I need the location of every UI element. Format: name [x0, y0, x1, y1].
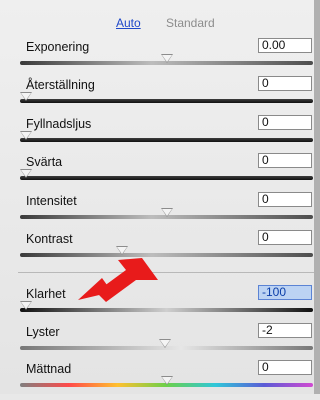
- klarhet-thumb[interactable]: [20, 301, 32, 310]
- slider-aterstallning: Återställning 0: [0, 76, 320, 116]
- slider-klarhet: Klarhet -100: [0, 285, 320, 325]
- tab-standard[interactable]: Standard: [166, 16, 215, 30]
- panel-edge: [314, 0, 320, 394]
- intensitet-field[interactable]: 0: [258, 192, 312, 207]
- aterstallning-field[interactable]: 0: [258, 76, 312, 91]
- lyster-field[interactable]: -2: [258, 323, 312, 338]
- lyster-thumb[interactable]: [159, 339, 171, 348]
- svarta-track[interactable]: [20, 176, 313, 180]
- tabs: Auto Standard: [0, 16, 320, 34]
- exponering-thumb[interactable]: [161, 54, 173, 63]
- fyllnadsljus-field[interactable]: 0: [258, 115, 312, 130]
- fyllnadsljus-thumb[interactable]: [20, 131, 32, 140]
- exponering-field[interactable]: 0.00: [258, 38, 312, 53]
- klarhet-field[interactable]: -100: [258, 285, 312, 300]
- develop-panel: Auto Standard Exponering 0.00 Återställn…: [0, 0, 320, 394]
- slider-intensitet: Intensitet 0: [0, 192, 320, 232]
- section-divider: [18, 272, 315, 273]
- slider-label: Återställning: [26, 78, 95, 92]
- kontrast-field[interactable]: 0: [258, 230, 312, 245]
- slider-label: Svärta: [26, 155, 63, 169]
- kontrast-track[interactable]: [20, 253, 313, 257]
- kontrast-thumb[interactable]: [116, 246, 128, 255]
- aterstallning-track[interactable]: [20, 99, 313, 103]
- svarta-thumb[interactable]: [20, 169, 32, 178]
- slider-label: Fyllnadsljus: [26, 117, 92, 131]
- svarta-field[interactable]: 0: [258, 153, 312, 168]
- klarhet-track[interactable]: [20, 308, 313, 312]
- slider-fyllnadsljus: Fyllnadsljus 0: [0, 115, 320, 155]
- slider-label: Klarhet: [26, 287, 66, 301]
- slider-kontrast: Kontrast 0: [0, 230, 320, 270]
- slider-label: Exponering: [26, 40, 90, 54]
- slider-label: Intensitet: [26, 194, 77, 208]
- red-arrow-annotation: [78, 258, 158, 302]
- mattnad-field[interactable]: 0: [258, 360, 312, 375]
- slider-label: Lyster: [26, 325, 60, 339]
- aterstallning-thumb[interactable]: [20, 92, 32, 101]
- mattnad-thumb[interactable]: [161, 376, 173, 385]
- slider-svarta: Svärta 0: [0, 153, 320, 193]
- intensitet-thumb[interactable]: [161, 208, 173, 217]
- slider-exponering: Exponering 0.00: [0, 38, 320, 78]
- fyllnadsljus-track[interactable]: [20, 138, 313, 142]
- tab-auto[interactable]: Auto: [116, 16, 141, 30]
- slider-label: Kontrast: [26, 232, 73, 246]
- slider-label: Mättnad: [26, 362, 72, 376]
- slider-lyster: Lyster -2: [0, 323, 320, 363]
- slider-mattnad: Mättnad 0: [0, 360, 320, 400]
